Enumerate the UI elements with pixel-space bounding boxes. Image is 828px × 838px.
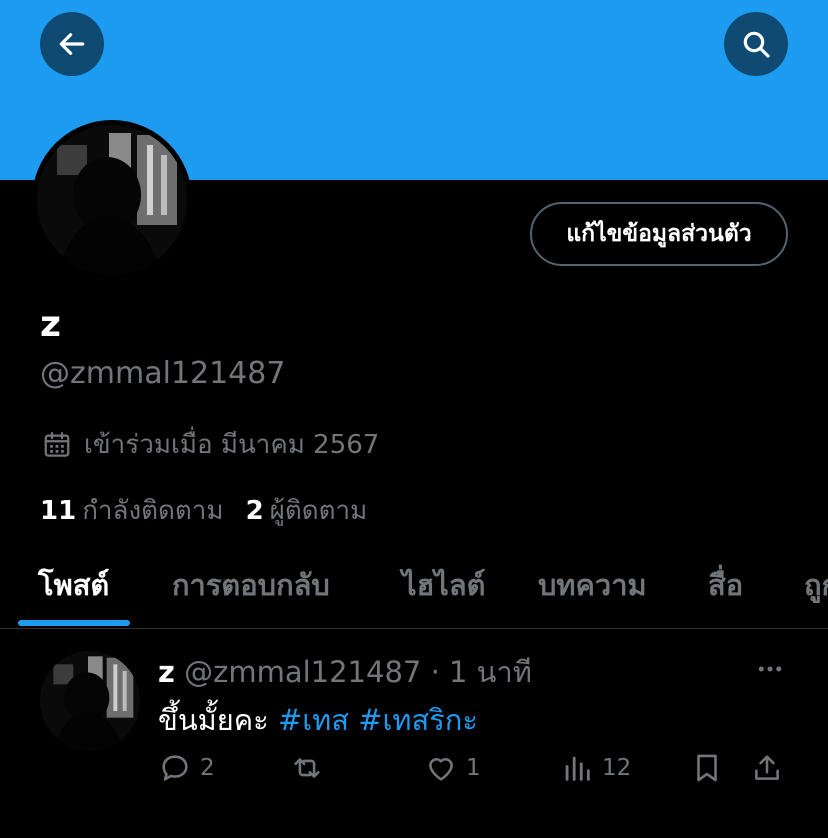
tab-posts[interactable]: โพสต์	[38, 562, 109, 608]
following-count: 11	[40, 496, 77, 526]
heart-icon	[429, 758, 453, 781]
followers-count: 2	[245, 496, 264, 526]
hashtag-link[interactable]: #เทสริกะ	[358, 703, 478, 737]
following-link[interactable]: 11 กำลังติดตาม	[40, 490, 224, 531]
post[interactable]: z @zmmal121487 · 1 นาที ขึ้นมั้ยคะ #เทส …	[0, 629, 828, 838]
views-count: 12	[602, 755, 632, 781]
bookmark-button[interactable]	[690, 751, 724, 785]
tab-media[interactable]: สื่อ	[708, 562, 743, 608]
edit-profile-button[interactable]: แก้ไขข้อมูลส่วนตัว	[530, 202, 788, 266]
profile-avatar[interactable]	[32, 120, 192, 280]
profile-screen: แก้ไขข้อมูลส่วนตัว z @zmmal121487 เข้าร่…	[0, 0, 828, 838]
post-more-button[interactable]	[752, 651, 788, 687]
post-meta: @zmmal121487 · 1 นาที	[184, 655, 532, 689]
follow-stats: 11 กำลังติดตาม 2 ผู้ติดตาม	[40, 490, 367, 531]
reply-icon	[162, 755, 188, 781]
user-handle: @zmmal121487	[40, 356, 286, 391]
tab-articles[interactable]: บทความ	[538, 562, 647, 608]
like-button[interactable]: 1	[424, 751, 481, 785]
tab-likes[interactable]: ถูกใจ	[804, 562, 828, 608]
share-button[interactable]	[750, 751, 784, 785]
reply-button[interactable]: 2	[158, 751, 215, 785]
search-icon	[743, 31, 770, 58]
followers-label: ผู้ติดตาม	[269, 496, 368, 526]
post-header: z @zmmal121487 · 1 นาที	[158, 649, 532, 695]
search-button[interactable]	[724, 12, 788, 76]
like-count: 1	[466, 755, 481, 781]
avatar-photo	[37, 125, 187, 275]
post-body: ขึ้นมั้ยคะ	[158, 703, 269, 737]
more-horizontal-icon	[758, 666, 782, 672]
active-tab-indicator	[18, 620, 130, 626]
views-button[interactable]: 12	[560, 751, 631, 785]
tab-highlights[interactable]: ไฮไลต์	[402, 562, 485, 608]
following-label: กำลังติดตาม	[82, 496, 224, 526]
joined-date: เข้าร่วมเมื่อ มีนาคม 2567	[42, 424, 379, 465]
post-author-name[interactable]: z	[158, 655, 175, 689]
repost-icon	[294, 758, 320, 778]
joined-text: เข้าร่วมเมื่อ มีนาคม 2567	[84, 430, 380, 460]
back-button[interactable]	[40, 12, 104, 76]
post-text: ขึ้นมั้ยคะ #เทส #เทสริกะ	[158, 697, 478, 743]
display-name: z	[40, 304, 61, 345]
profile-tabs: โพสต์ การตอบกลับ ไฮไลต์ บทความ สื่อ ถูกใ…	[0, 548, 828, 629]
avatar-photo	[40, 651, 140, 751]
views-chart-icon	[565, 756, 590, 781]
edit-profile-label: แก้ไขข้อมูลส่วนตัว	[566, 221, 752, 247]
repost-button[interactable]	[290, 751, 324, 785]
reply-count: 2	[200, 755, 215, 781]
calendar-icon	[44, 431, 70, 457]
followers-link[interactable]: 2 ผู้ติดตาม	[246, 490, 368, 531]
share-icon	[755, 755, 779, 780]
tab-replies[interactable]: การตอบกลับ	[172, 562, 330, 608]
hashtag-link[interactable]: #เทส	[278, 703, 349, 737]
bookmark-icon	[697, 754, 717, 782]
arrow-left-icon	[59, 33, 85, 55]
post-avatar[interactable]	[40, 651, 140, 751]
